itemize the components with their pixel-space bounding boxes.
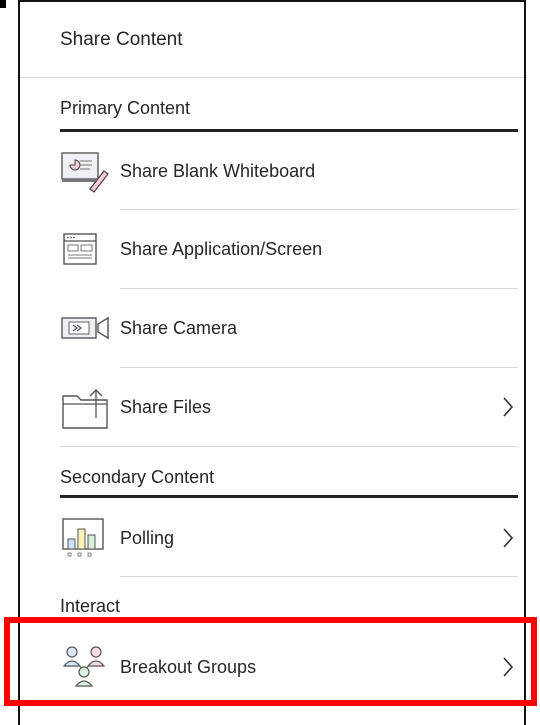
panel-header: Share Content	[20, 2, 524, 78]
section-secondary-content: Secondary Content	[60, 467, 518, 498]
divider	[120, 576, 518, 577]
poll-chart-icon	[60, 515, 120, 561]
section-primary-content: Primary Content	[60, 98, 518, 132]
section-secondary-label: Secondary Content	[60, 467, 215, 487]
whiteboard-icon	[60, 148, 120, 194]
share-camera-label: Share Camera	[120, 317, 238, 338]
share-screen-label: Share Application/Screen	[120, 238, 323, 259]
share-whiteboard-label: Share Blank Whiteboard	[120, 160, 316, 181]
highlight-box	[4, 617, 537, 706]
section-primary-label: Primary Content	[60, 98, 191, 118]
polling-label: Polling	[120, 527, 175, 548]
screen-share-icon	[60, 226, 120, 272]
corner-mark	[0, 0, 6, 8]
polling-item[interactable]: Polling	[60, 499, 518, 577]
panel-title: Share Content	[60, 28, 183, 50]
chevron-right-icon	[498, 392, 518, 422]
section-interact-label: Interact	[60, 596, 121, 616]
share-files-label: Share Files	[120, 396, 212, 417]
folder-upload-icon	[60, 384, 120, 430]
share-files-item[interactable]: Share Files	[60, 368, 518, 446]
camera-icon	[60, 305, 120, 351]
chevron-right-icon	[498, 523, 518, 553]
share-whiteboard-item[interactable]: Share Blank Whiteboard	[60, 132, 518, 210]
divider	[60, 446, 518, 447]
share-screen-item[interactable]: Share Application/Screen	[60, 210, 518, 288]
share-camera-item[interactable]: Share Camera	[60, 289, 518, 367]
